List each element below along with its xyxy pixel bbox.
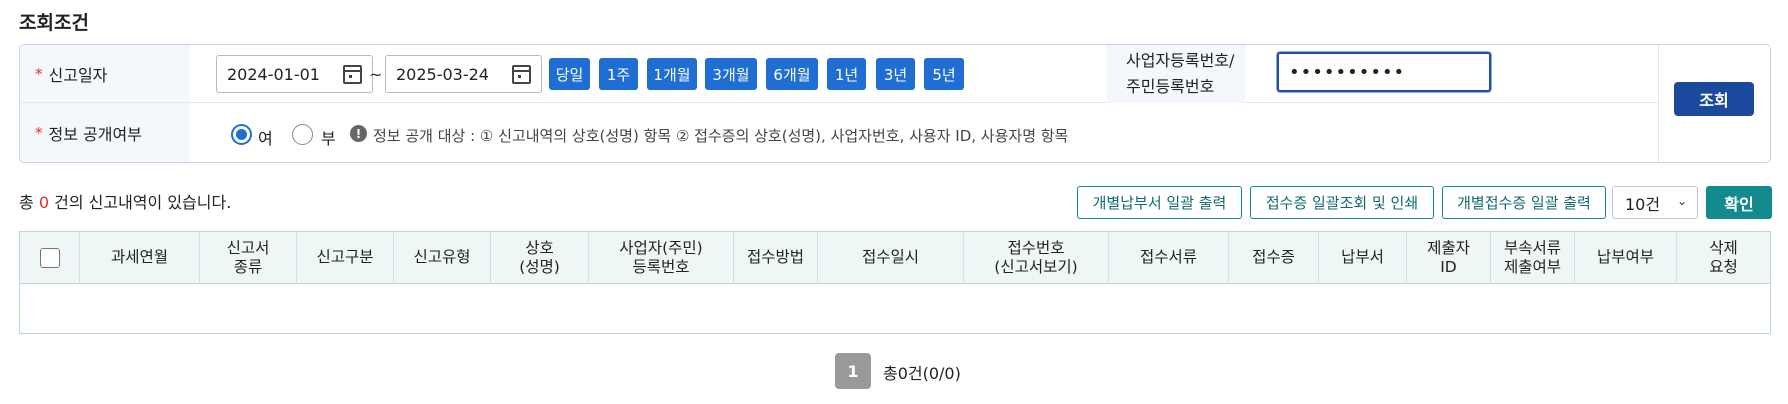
date-to-value: 2025-03-24 [396, 64, 489, 84]
calendar-icon[interactable] [512, 65, 531, 84]
disclosure-no-label[interactable]: 부 [321, 125, 336, 149]
table-header: 과세연월 신고서 종류 신고구분 신고유형 상호 (성명) 사업자(주민) 등록… [20, 232, 1770, 284]
disclosure-yes-radio[interactable] [231, 124, 252, 145]
search-row-date: * 신고일자 2024-01-01 ~ 2025-03-24 당일 1주 1개월… [20, 45, 1658, 103]
table-header-cell: 접수일시 [818, 232, 964, 283]
table-header-cell: 접수증 [1229, 232, 1319, 283]
search-row-disclosure: * 정보 공개여부 여 부 ! 정보 공개 대상 : ① 신고내역의 상호(성명… [20, 103, 1658, 162]
select-all-checkbox[interactable] [39, 247, 60, 268]
table-header-cell: 과세연월 [80, 232, 200, 283]
date-range-separator: ~ [369, 65, 383, 84]
table-header-cell: 사업자(주민) 등록번호 [589, 232, 734, 283]
date-from-value: 2024-01-01 [227, 64, 320, 84]
table-header-cell: 접수서류 [1109, 232, 1229, 283]
header-select-all [20, 232, 80, 283]
required-mark: * [35, 124, 43, 142]
pagination-current-page[interactable]: 1 [835, 353, 871, 389]
pagination-total: 총0건(0/0) [883, 364, 961, 383]
period-1year-button[interactable]: 1년 [827, 58, 866, 90]
period-1week-button[interactable]: 1주 [599, 58, 638, 90]
bizno-label: 사업자등록번호/ 주민등록번호 [1106, 45, 1246, 103]
bizno-label-line1: 사업자등록번호/ [1126, 51, 1235, 70]
period-today-button[interactable]: 당일 [549, 58, 590, 90]
confirm-button[interactable]: 확인 [1706, 186, 1772, 219]
bulk-receipt-view-print-button[interactable]: 접수증 일괄조회 및 인쇄 [1250, 186, 1434, 219]
results-table: 과세연월 신고서 종류 신고구분 신고유형 상호 (성명) 사업자(주민) 등록… [19, 231, 1771, 334]
table-body-empty [20, 284, 1770, 333]
chevron-down-icon: ⌄ [1676, 194, 1687, 208]
calendar-icon[interactable] [343, 65, 362, 84]
period-6month-button[interactable]: 6개월 [766, 58, 818, 90]
table-header-cell: 납부여부 [1575, 232, 1677, 283]
period-5year-button[interactable]: 5년 [924, 58, 964, 90]
page-size-value: 10건 [1625, 194, 1661, 214]
table-header-cell: 삭제 요청 [1709, 238, 1738, 276]
table-header-cell: 신고유형 [394, 232, 491, 283]
summary-suffix: 건의 신고내역이 있습니다. [54, 193, 232, 212]
table-header-cell: 신고구분 [297, 232, 394, 283]
period-1month-button[interactable]: 1개월 [647, 58, 697, 90]
summary-count: 0 [38, 193, 50, 212]
table-header-cell: 접수방법 [734, 232, 818, 283]
disclosure-label: * 정보 공개여부 [20, 103, 190, 162]
info-icon: ! [350, 125, 367, 142]
report-date-label: * 신고일자 [20, 45, 190, 102]
period-3month-button[interactable]: 3개월 [705, 58, 757, 90]
report-date-label-text: 신고일자 [48, 65, 108, 85]
bizno-label-line2: 주민등록번호 [1126, 77, 1215, 96]
table-header-cell: 신고서 종류 [200, 232, 297, 283]
date-from-input[interactable]: 2024-01-01 [216, 55, 373, 93]
disclosure-label-text: 정보 공개여부 [48, 125, 142, 144]
table-header-cell: 납부서 [1319, 232, 1407, 283]
result-summary: 총 0 건의 신고내역이 있습니다. [19, 189, 231, 213]
summary-prefix: 총 [19, 193, 34, 212]
date-to-input[interactable]: 2025-03-24 [385, 55, 542, 93]
table-header-cell: 접수번호 (신고서보기) [964, 232, 1109, 283]
search-button[interactable]: 조회 [1674, 82, 1754, 116]
table-header-cell: 부속서류 제출여부 [1491, 232, 1575, 283]
bizno-input[interactable]: •••••••••• [1277, 52, 1491, 92]
page-size-select[interactable]: 10건 ⌄ [1612, 186, 1698, 219]
period-3year-button[interactable]: 3년 [876, 58, 915, 90]
section-title: 조회조건 [19, 12, 89, 34]
required-mark: * [35, 64, 43, 83]
disclosure-no-radio[interactable] [292, 124, 313, 145]
bulk-individual-receipt-print-button[interactable]: 개별접수증 일괄 출력 [1442, 186, 1606, 219]
bulk-payment-slip-print-button[interactable]: 개별납부서 일괄 출력 [1077, 186, 1242, 219]
search-button-area: 조회 [1658, 45, 1770, 162]
disclosure-yes-label[interactable]: 여 [258, 125, 273, 149]
disclosure-info-text: 정보 공개 대상 : ① 신고내역의 상호(성명) 항목 ② 접수증의 상호(성… [373, 127, 1069, 145]
table-header-cell: 상호 (성명) [491, 232, 589, 283]
search-conditions-panel: * 신고일자 2024-01-01 ~ 2025-03-24 당일 1주 1개월… [19, 44, 1771, 163]
table-header-cell: 제출자 ID [1407, 232, 1491, 283]
